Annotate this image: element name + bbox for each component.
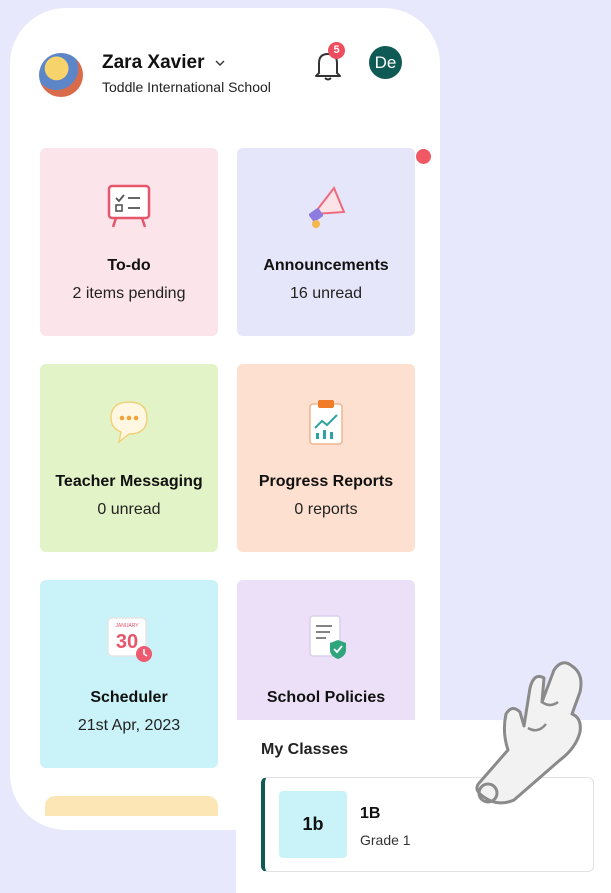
tile-title: Announcements bbox=[263, 257, 389, 274]
tile-title: To-do bbox=[107, 257, 151, 274]
school-name: Toddle International School bbox=[102, 79, 271, 95]
tile-todo[interactable]: To-do 2 items pending bbox=[40, 148, 218, 336]
tile-subtitle: 0 unread bbox=[97, 501, 161, 518]
class-grade: Grade 1 bbox=[360, 832, 411, 848]
phone-screen: Zara Xavier Toddle International School … bbox=[10, 8, 440, 830]
pointing-hand-icon bbox=[475, 661, 583, 805]
profile-initials-button[interactable]: De bbox=[369, 46, 402, 79]
tile-title: Scheduler bbox=[90, 689, 168, 706]
tile-subtitle: 2 items pending bbox=[72, 285, 186, 302]
class-name: 1B bbox=[360, 805, 381, 822]
my-classes-title: My Classes bbox=[261, 741, 349, 758]
svg-text:JANUARY: JANUARY bbox=[115, 623, 139, 629]
tile-title: Teacher Messaging bbox=[55, 473, 203, 490]
chat-bubble-icon bbox=[110, 401, 148, 444]
svg-text:30: 30 bbox=[116, 631, 138, 653]
avatar[interactable] bbox=[39, 53, 83, 97]
tile-partial-next[interactable] bbox=[45, 796, 218, 816]
policy-document-icon bbox=[309, 615, 346, 659]
tile-teacher-messaging[interactable]: Teacher Messaging 0 unread bbox=[40, 364, 218, 552]
megaphone-icon bbox=[309, 186, 346, 228]
class-thumbnail: 1b bbox=[279, 791, 347, 858]
tile-title: School Policies bbox=[266, 689, 386, 706]
tile-subtitle: 0 reports bbox=[294, 501, 358, 518]
tile-subtitle: 21st Apr, 2023 bbox=[77, 717, 181, 734]
app-header: Zara Xavier Toddle International School … bbox=[10, 8, 440, 128]
tile-announcements[interactable]: Announcements 16 unread bbox=[237, 148, 415, 336]
tile-scheduler[interactable]: JANUARY 30 Scheduler 21st Apr, 2023 bbox=[40, 580, 218, 768]
tile-title: Progress Reports bbox=[258, 473, 394, 490]
chevron-down-icon[interactable] bbox=[213, 56, 227, 70]
todo-board-icon bbox=[107, 184, 151, 228]
report-chart-icon bbox=[309, 400, 343, 445]
tile-progress-reports[interactable]: Progress Reports 0 reports bbox=[237, 364, 415, 552]
calendar-icon: JANUARY 30 bbox=[107, 617, 152, 662]
user-name[interactable]: Zara Xavier bbox=[102, 52, 204, 74]
notification-badge: 5 bbox=[328, 42, 345, 59]
tile-subtitle: 16 unread bbox=[289, 285, 363, 302]
unread-indicator-dot bbox=[416, 149, 431, 164]
